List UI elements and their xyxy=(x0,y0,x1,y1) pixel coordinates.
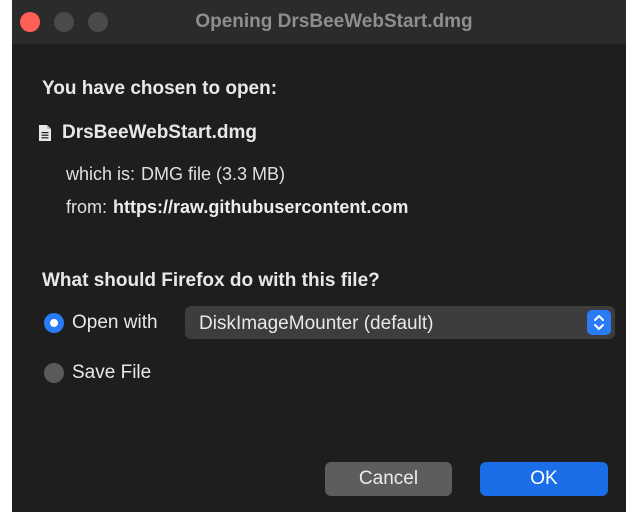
document-icon xyxy=(38,124,52,142)
ok-button[interactable]: OK xyxy=(480,462,608,496)
open-with-option[interactable]: Open with xyxy=(44,312,158,334)
file-type-value: DMG file (3.3 MB) xyxy=(141,164,286,184)
action-question: What should Firefox do with this file? xyxy=(42,270,380,291)
dialog-heading: You have chosen to open: xyxy=(42,78,278,99)
open-with-app-select[interactable]: DiskImageMounter (default) xyxy=(185,306,615,339)
title-bar: Opening DrsBeeWebStart.dmg xyxy=(12,0,626,45)
open-with-radio[interactable] xyxy=(44,313,64,333)
file-row: DrsBeeWebStart.dmg xyxy=(38,122,257,144)
dialog-content: You have chosen to open: DrsBeeWebStart.… xyxy=(12,44,626,512)
file-name: DrsBeeWebStart.dmg xyxy=(62,122,257,143)
save-file-label[interactable]: Save File xyxy=(72,362,151,384)
which-is-label: which is: xyxy=(66,164,136,184)
save-file-option[interactable]: Save File xyxy=(44,362,151,384)
open-with-app-value: DiskImageMounter (default) xyxy=(199,313,434,334)
window-title: Opening DrsBeeWebStart.dmg xyxy=(195,11,473,32)
open-with-label[interactable]: Open with xyxy=(72,312,158,334)
file-type-row: which is: DMG file (3.3 MB) xyxy=(66,164,285,185)
file-source-row: from: https://raw.githubusercontent.com xyxy=(66,197,408,218)
from-label: from: xyxy=(66,197,108,217)
download-dialog-window: Opening DrsBeeWebStart.dmg You have chos… xyxy=(12,0,626,512)
chevron-up-down-icon xyxy=(587,310,611,335)
cancel-button[interactable]: Cancel xyxy=(325,462,452,496)
save-file-radio[interactable] xyxy=(44,363,64,383)
file-source-value: https://raw.githubusercontent.com xyxy=(113,197,409,217)
